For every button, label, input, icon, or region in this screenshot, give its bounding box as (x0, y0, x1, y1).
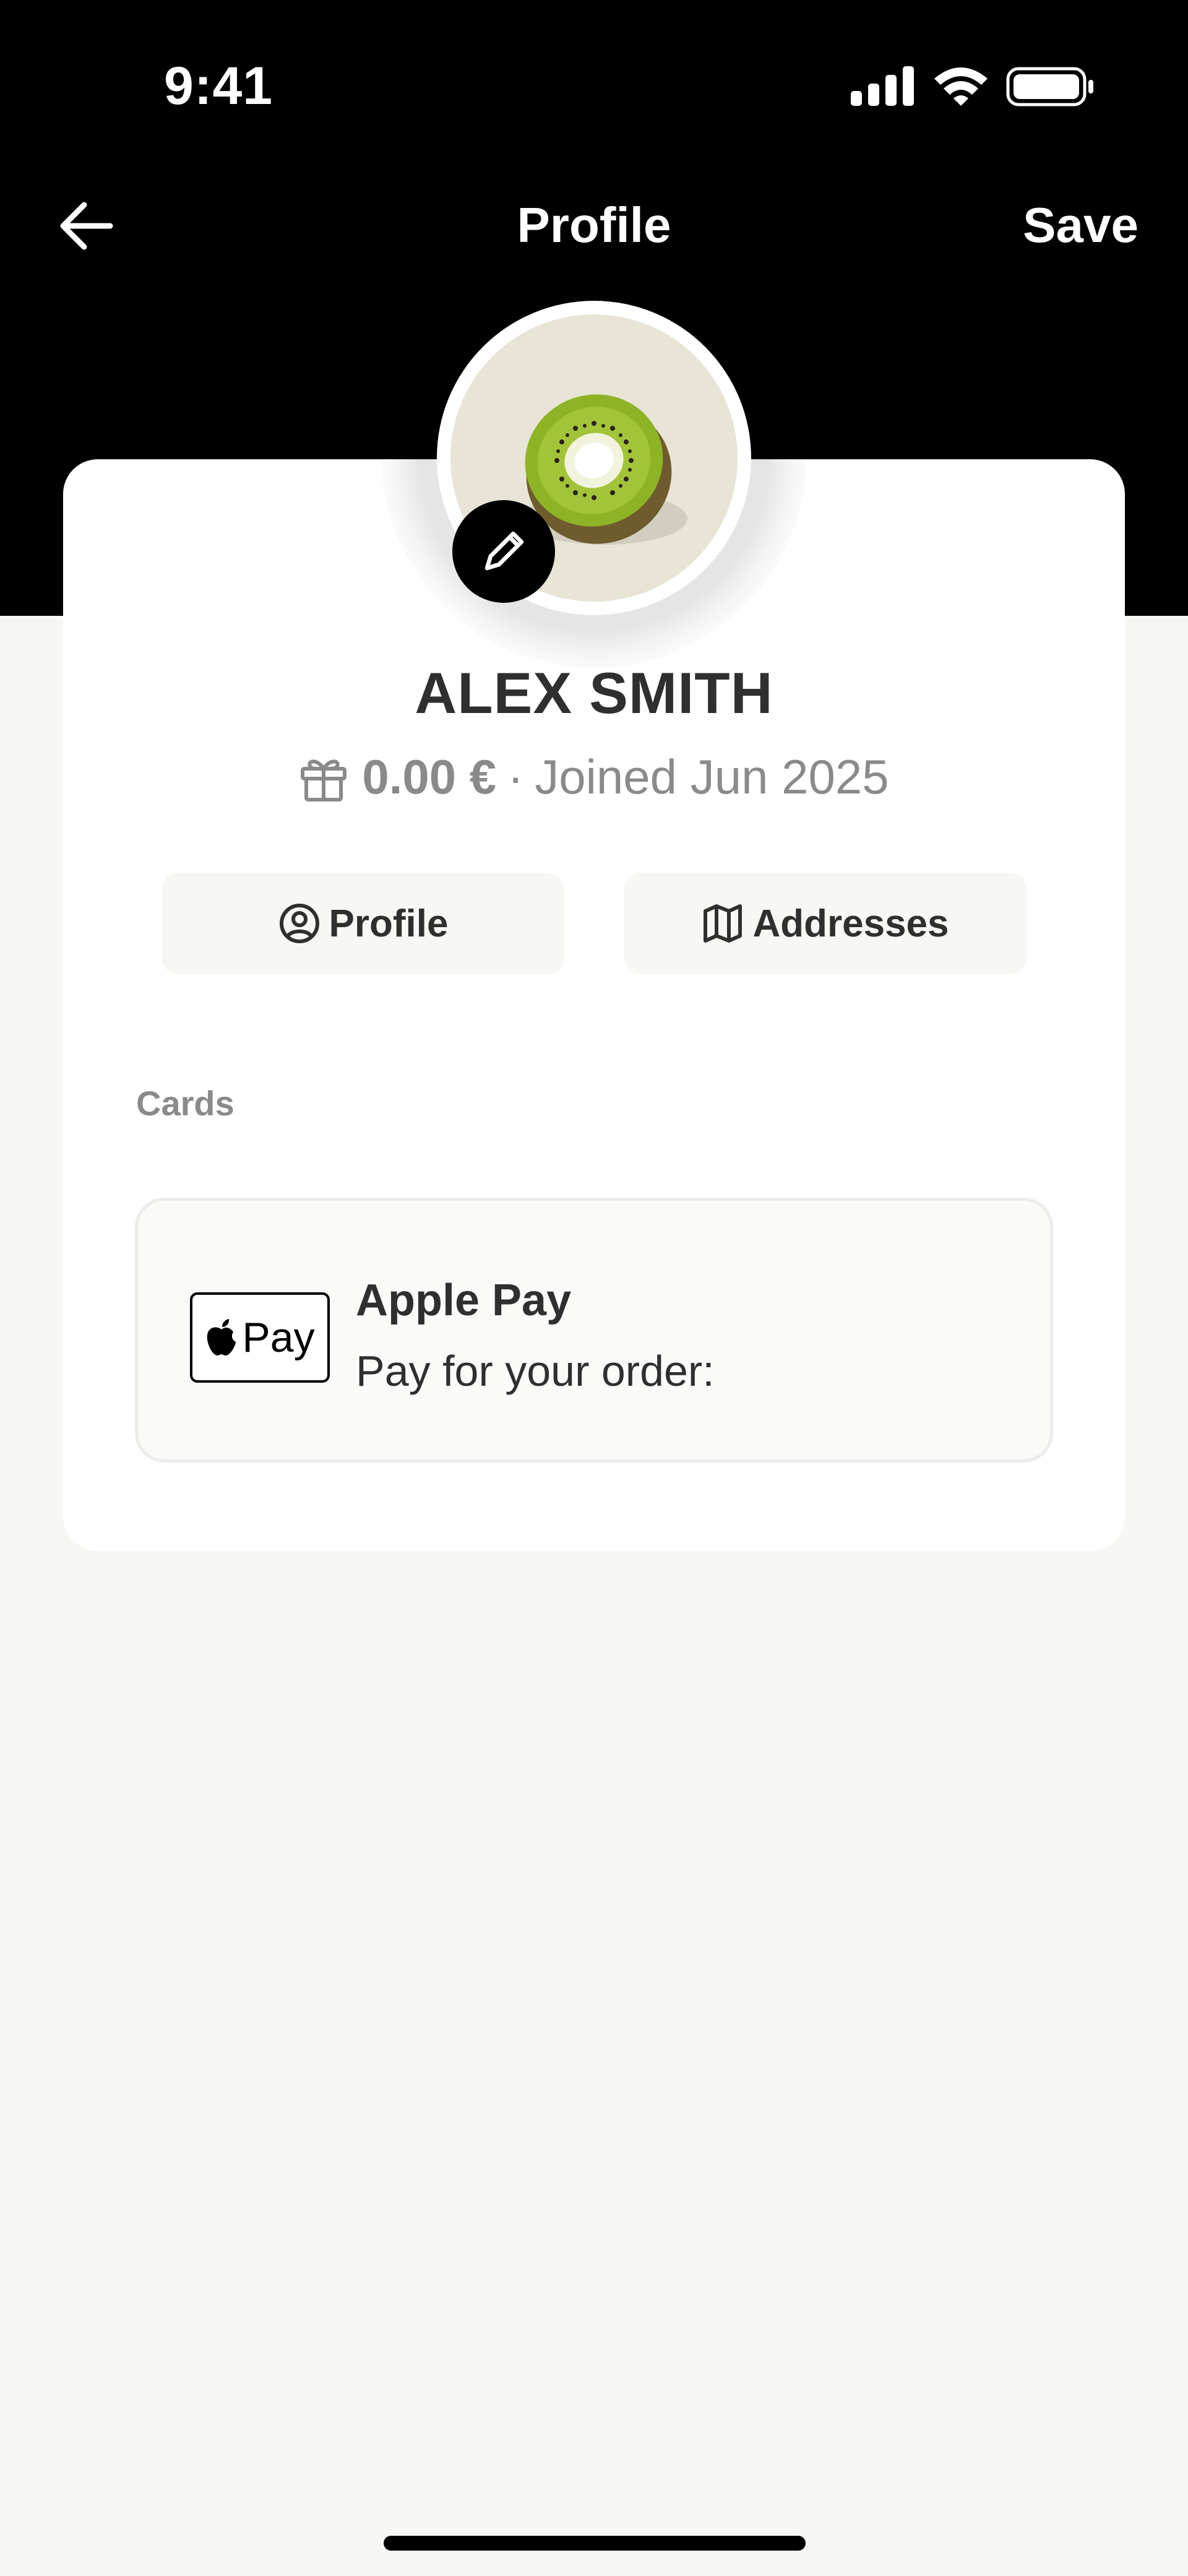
cards-section-label: Cards (136, 1084, 235, 1123)
user-name: ALEX SMITH (415, 660, 773, 725)
payment-method-subtitle: Pay for your order: (356, 1347, 715, 1395)
pencil-icon (484, 531, 524, 571)
gift-icon (301, 759, 347, 802)
save-button[interactable]: Save (1023, 197, 1138, 254)
apple-pay-logo: Pay (190, 1292, 330, 1383)
home-indicator (384, 2536, 806, 2551)
apple-pay-logo-text: Pay (242, 1314, 315, 1361)
status-time: 9:41 (164, 56, 273, 116)
map-icon (704, 904, 742, 943)
tab-addresses[interactable]: Addresses (624, 873, 1027, 974)
credit-balance: 0.00 € (362, 750, 497, 804)
meta-separator: · (507, 750, 524, 804)
apple-icon (207, 1319, 236, 1355)
tab-profile[interactable]: Profile (162, 873, 564, 974)
edit-avatar-button[interactable] (452, 500, 555, 603)
tab-addresses-label: Addresses (752, 902, 949, 945)
payment-card-apple-pay[interactable]: Pay Apple Pay Pay for your order: (135, 1198, 1053, 1463)
joined-date: Joined Jun 2025 (535, 750, 889, 804)
user-meta: 0.00 € · Joined Jun 2025 (0, 749, 1188, 805)
cellular-signal-icon (851, 66, 914, 106)
battery-icon (1006, 67, 1093, 106)
wifi-icon (934, 67, 988, 106)
payment-method-name: Apple Pay (356, 1276, 572, 1325)
tab-profile-label: Profile (329, 902, 449, 945)
status-icons (851, 66, 1093, 106)
user-circle-icon (279, 904, 319, 943)
